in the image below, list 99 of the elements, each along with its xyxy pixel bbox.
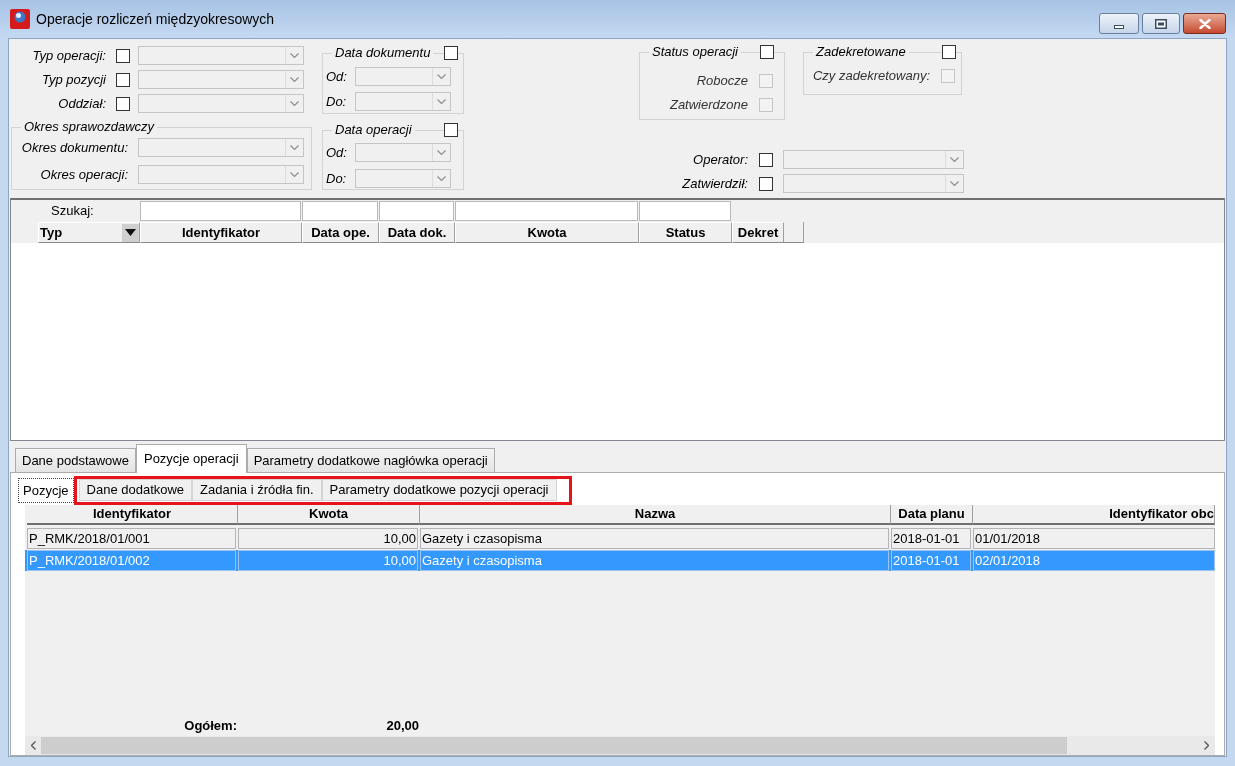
column-header[interactable]: Typ [38,222,140,243]
maximize-button[interactable] [1142,13,1180,34]
column-header[interactable]: Data dok. [379,222,455,243]
dropdown-field[interactable] [783,150,964,169]
group-title: Status operacji [649,44,741,60]
table-cell: Gazety i czasopisma [420,528,889,549]
dropdown-field[interactable] [355,92,451,111]
column-header[interactable]: Data planu [891,505,973,525]
option-label: Zatwierdzone [669,95,748,114]
filter-label: Okres operacji: [39,165,128,184]
chevron-right-icon[interactable] [1204,741,1209,750]
app-icon [10,9,30,29]
filter-label: Typ operacji: [31,46,106,65]
search-field[interactable] [140,201,301,221]
chevron-down-icon [437,99,446,104]
chevron-down-icon [290,77,299,82]
column-header[interactable]: Identyfikator [140,222,302,243]
dropdown-field[interactable] [138,94,304,113]
dropdown-field[interactable] [138,70,304,89]
column-header[interactable]: Identyfikator [27,505,238,525]
table-cell: 10,00 [238,528,418,549]
filter-label: Okres dokumentu: [20,138,128,157]
search-field[interactable] [639,201,731,221]
checkbox[interactable] [759,176,773,191]
column-header[interactable]: Data ope. [302,222,379,243]
filter-label: Typ pozycji [40,70,106,89]
search-field[interactable] [302,201,378,221]
chevron-down-icon [437,74,446,79]
table-cell: P_RMK/2018/01/002 [27,550,236,571]
checkbox[interactable] [444,123,458,137]
checkbox[interactable] [759,152,773,167]
tab[interactable]: Dane podstawowe [15,448,136,472]
subtab[interactable]: Pozycje [18,478,74,503]
window-title: Operacje rozliczeń międzyokresowych [36,9,275,29]
checkbox[interactable] [116,96,130,111]
checkbox[interactable] [444,46,458,60]
tab[interactable]: Pozycje operacji [135,444,247,473]
dropdown-field[interactable] [138,165,304,184]
table-cell: 02/01/2018 [973,550,1215,571]
chevron-down-icon [290,172,299,177]
table-cell: 01/01/2018 [973,528,1215,549]
close-button[interactable] [1183,13,1226,34]
checkbox[interactable] [942,45,956,59]
checkbox[interactable] [760,45,774,59]
column-header[interactable]: Dekret [732,222,784,243]
search-field[interactable] [379,201,454,221]
table-cell: 10,00 [238,550,418,571]
subtab[interactable]: Parametry dodatkowe pozycji operacji [321,479,557,501]
filter-label: Zatwierdził: [681,174,748,193]
subtab[interactable]: Zadania i źródła fin. [192,479,322,501]
total-label: Ogółem: [184,718,237,734]
close-icon [1198,18,1211,29]
minimize-icon [1114,24,1124,29]
table-cell: P_RMK/2018/01/001 [27,528,236,549]
group-title: Okres sprawozdawczy [21,119,158,135]
maximize-icon [1155,18,1167,29]
option-label: Robocze [696,71,748,90]
search-label: Szukaj: [50,202,95,220]
dropdown-field[interactable] [783,174,964,193]
column-header[interactable]: Status [639,222,732,243]
dropdown-field[interactable] [138,46,304,65]
filter-label: Do: [325,92,348,111]
total-value: 20,00 [386,718,419,734]
horizontal-scrollbar[interactable] [25,736,1215,755]
dropdown-field[interactable] [355,169,451,188]
column-header[interactable]: Kwota [238,505,420,525]
chevron-down-icon [437,176,446,181]
search-field[interactable] [455,201,638,221]
filter-label: Oddział: [57,94,106,113]
dropdown-field[interactable] [355,67,451,86]
chevron-down-icon [437,150,446,155]
chevron-down-icon [950,157,959,162]
chevron-down-icon [290,101,299,106]
filter-label: Od: [325,67,348,86]
minimize-button[interactable] [1099,13,1139,34]
filter-label: Do: [325,169,348,188]
chevron-left-icon[interactable] [30,741,36,750]
table-cell: 2018-01-01 [891,550,971,571]
scrollbar-thumb[interactable] [41,737,1067,754]
subtab[interactable]: Dane dodatkowe [78,479,193,501]
tab[interactable]: Parametry dodatkowe nagłówka operacji [246,448,495,472]
table-cell: Gazety i czasopisma [420,550,889,571]
chevron-down-icon [950,181,959,186]
checkbox[interactable] [116,48,130,63]
filter-label: Operator: [692,150,748,169]
caret-down-icon[interactable] [122,223,139,242]
table-cell: 2018-01-01 [891,528,971,549]
chevron-down-icon [290,53,299,58]
checkbox[interactable] [116,72,130,87]
chevron-down-icon [290,145,299,150]
column-header[interactable]: Identyfikator obc [973,505,1215,525]
group-title: Data operacji [332,122,415,138]
column-header[interactable]: Nazwa [420,505,891,525]
dropdown-field[interactable] [355,143,451,162]
filter-label: Od: [325,143,348,162]
table-row[interactable]: P_RMK/2018/01/001 10,00 Gazety i czasopisma 2018-01-01 01/01/2018 [25,528,1215,549]
dropdown-field[interactable] [138,138,304,157]
column-header[interactable]: Kwota [455,222,639,243]
option-label: Czy zadekretowany: [812,66,930,85]
